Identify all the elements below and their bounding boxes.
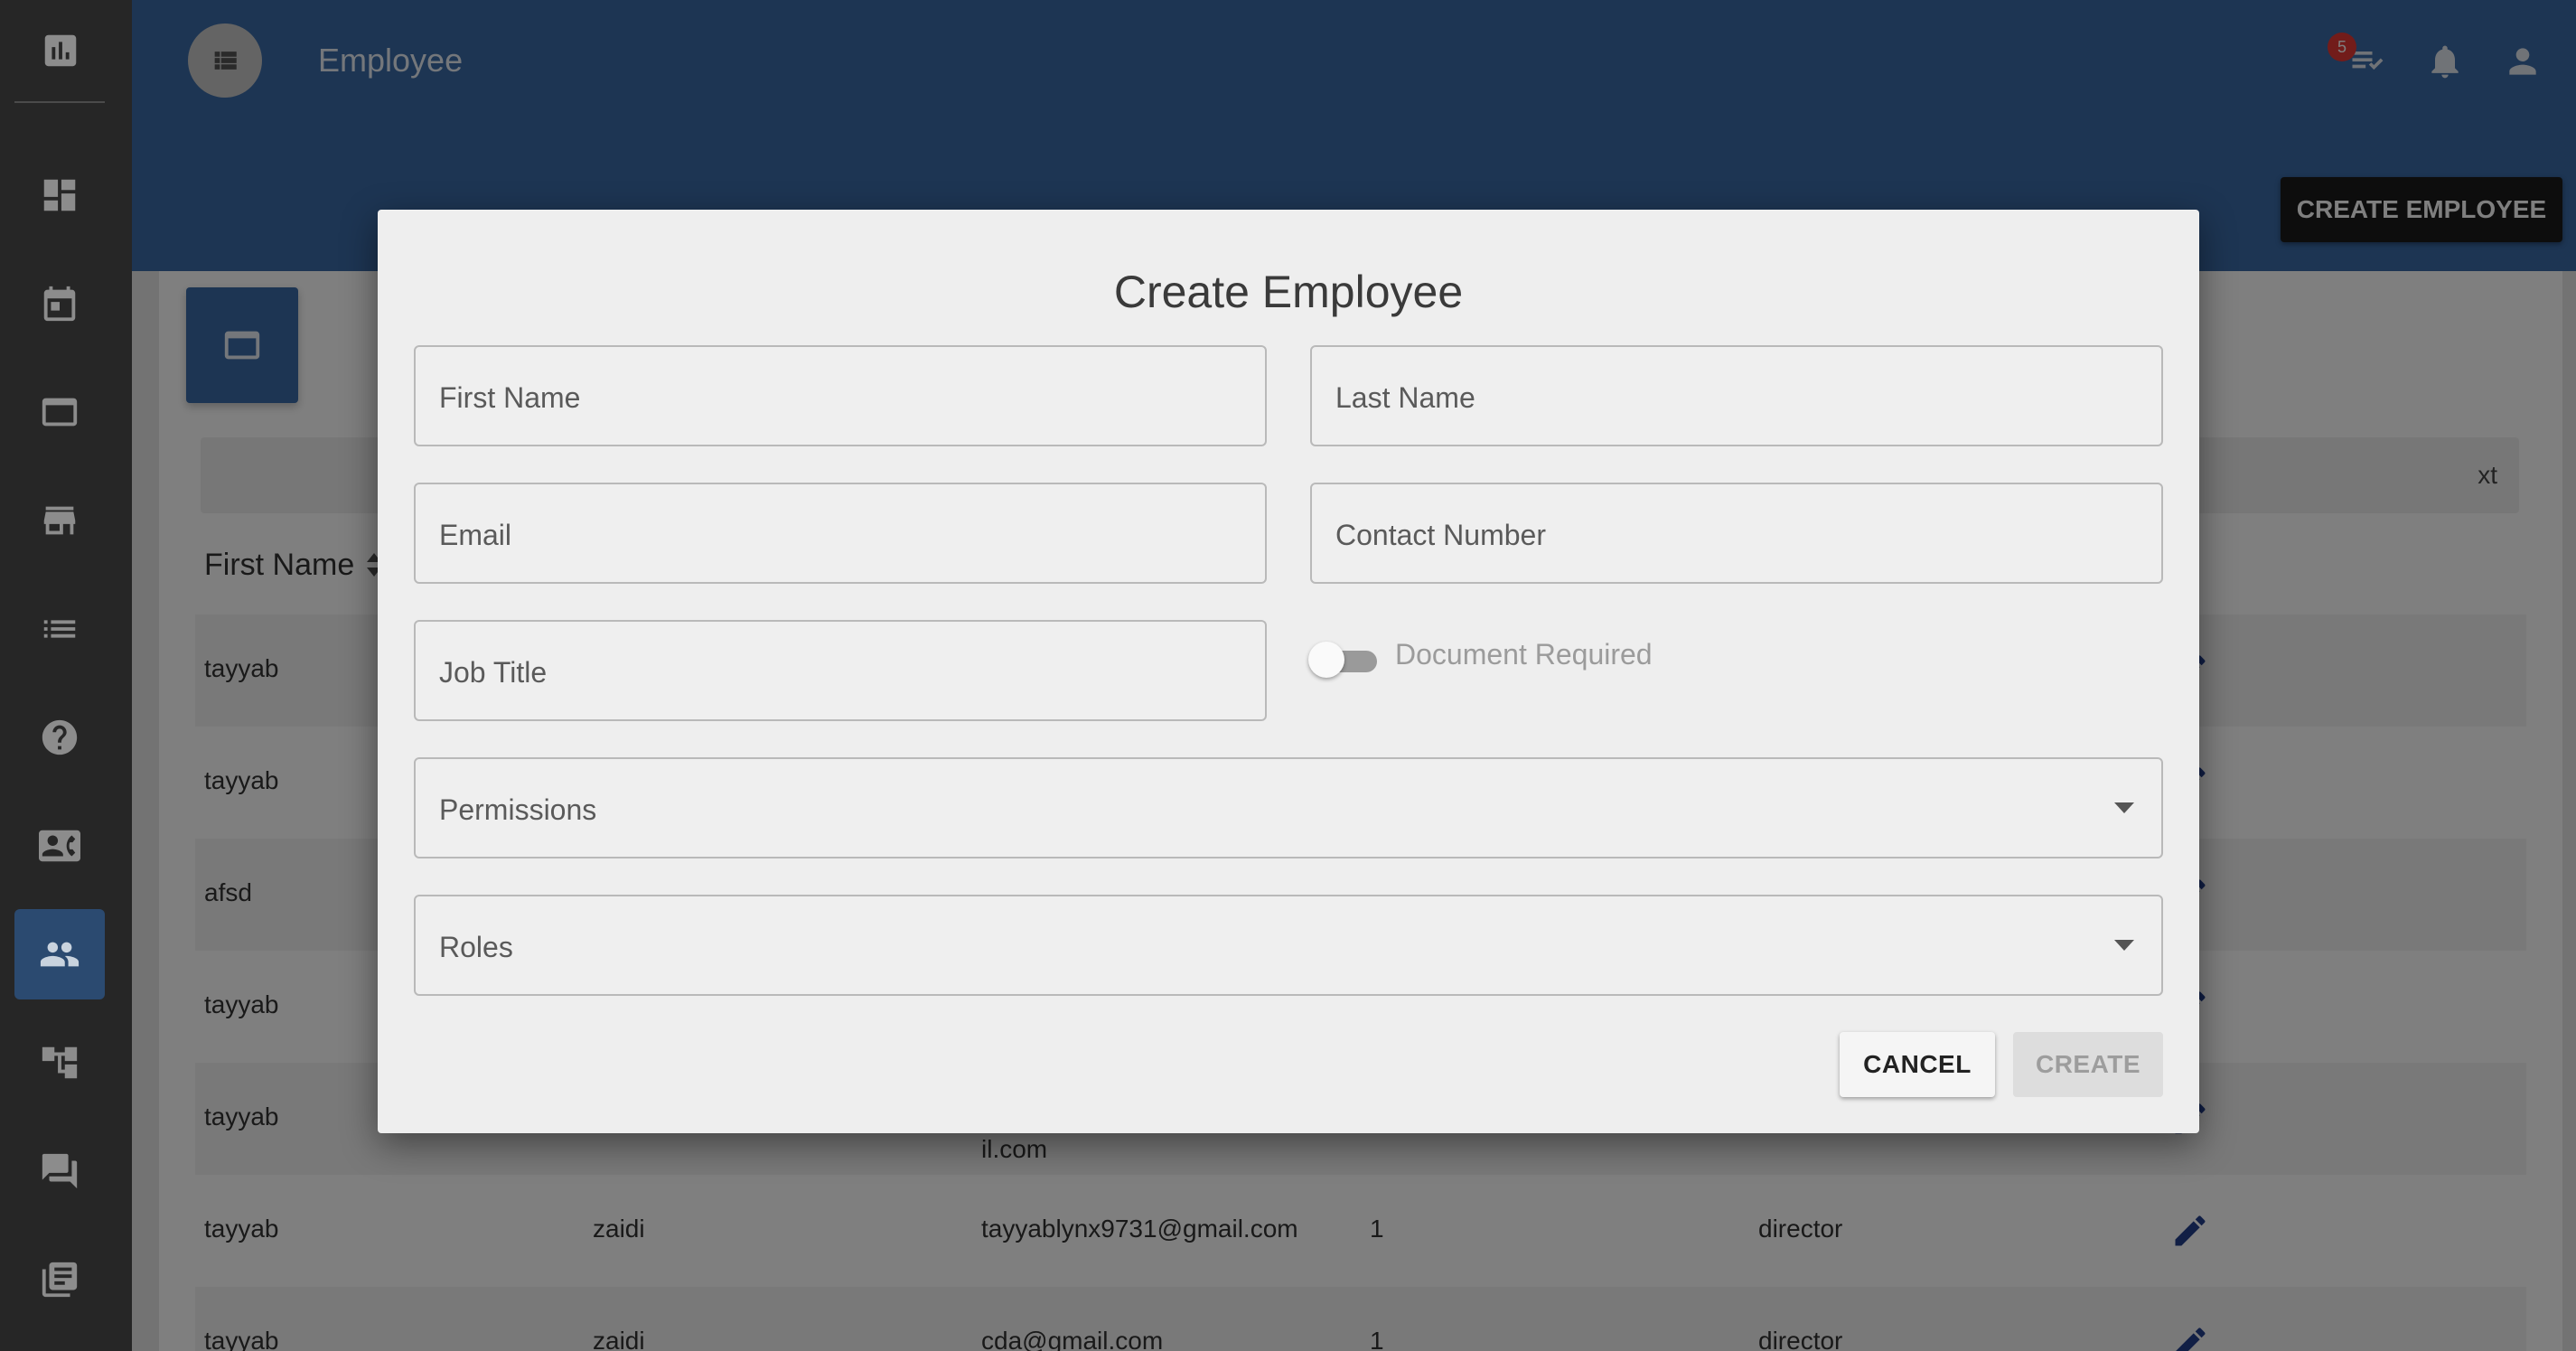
sidebar-item-hierarchy[interactable] xyxy=(14,1018,105,1108)
cancel-button[interactable]: CANCEL xyxy=(1840,1032,1995,1097)
roles-label: Roles xyxy=(439,931,513,963)
contact-number-label: Contact Number xyxy=(1335,519,1546,551)
toggle-knob xyxy=(1308,642,1344,678)
chevron-down-icon xyxy=(2114,802,2134,813)
email-field[interactable]: Email xyxy=(414,483,1267,584)
contact-card-icon xyxy=(39,830,80,862)
permissions-label: Permissions xyxy=(439,793,597,826)
sidebar xyxy=(0,0,132,1351)
help-icon xyxy=(42,719,78,755)
document-required-toggle[interactable] xyxy=(1308,640,1381,680)
sidebar-item-help[interactable] xyxy=(14,692,105,783)
job-title-label: Job Title xyxy=(439,656,548,689)
email-label: Email xyxy=(439,519,512,551)
sidebar-item-chat[interactable] xyxy=(14,1126,105,1216)
window-icon xyxy=(42,398,78,427)
last-name-label: Last Name xyxy=(1335,381,1475,414)
chevron-down-icon xyxy=(2114,940,2134,951)
sidebar-item-list[interactable] xyxy=(14,584,105,674)
dashboard-icon xyxy=(43,179,76,211)
list-icon xyxy=(43,620,76,638)
calendar-icon xyxy=(43,286,76,322)
sidebar-item-contacts[interactable] xyxy=(14,801,105,891)
sidebar-divider xyxy=(14,101,105,103)
job-title-field[interactable]: Job Title xyxy=(414,620,1267,721)
contact-number-field[interactable]: Contact Number xyxy=(1310,483,2163,584)
permissions-select[interactable]: Permissions xyxy=(414,757,2163,858)
library-icon xyxy=(42,1262,78,1298)
sidebar-item-calendar[interactable] xyxy=(14,258,105,349)
first-name-label: First Name xyxy=(439,381,581,414)
sidebar-item-window[interactable] xyxy=(14,367,105,457)
sidebar-item-dashboard[interactable] xyxy=(14,150,105,240)
last-name-field[interactable]: Last Name xyxy=(1310,345,2163,446)
sidebar-item-library[interactable] xyxy=(14,1234,105,1325)
sidebar-item-employees[interactable] xyxy=(14,909,105,999)
sidebar-item-store[interactable] xyxy=(14,475,105,566)
bar-chart-icon[interactable] xyxy=(36,27,85,74)
first-name-field[interactable]: First Name xyxy=(414,345,1267,446)
document-required-label: Document Required xyxy=(1395,638,1653,671)
create-employee-dialog: Create Employee First Name Last Name Ema… xyxy=(378,210,2199,1133)
dialog-title: Create Employee xyxy=(1113,267,1464,317)
roles-select[interactable]: Roles xyxy=(414,895,2163,996)
hierarchy-icon xyxy=(42,1046,78,1079)
chat-icon xyxy=(42,1153,78,1189)
people-icon xyxy=(40,942,80,967)
create-button[interactable]: CREATE xyxy=(2013,1032,2163,1097)
store-icon xyxy=(43,506,76,535)
